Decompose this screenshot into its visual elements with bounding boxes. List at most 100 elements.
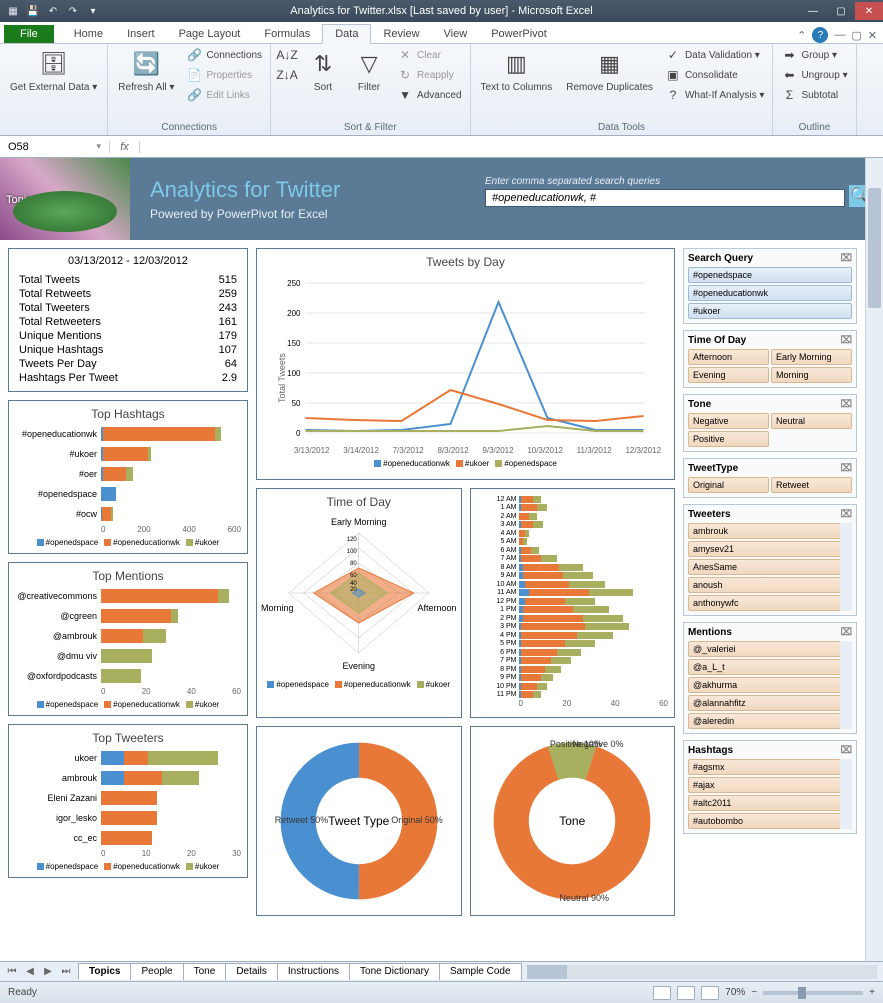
slicer-item[interactable]: anthonywfc <box>688 595 852 611</box>
tab-data[interactable]: Data <box>322 24 371 44</box>
slicer-item[interactable]: Neutral <box>771 413 852 429</box>
window-close-icon[interactable]: ✕ <box>868 29 877 42</box>
sheet-tab[interactable]: Details <box>225 963 278 980</box>
sort-button[interactable]: ⇅Sort <box>303 46 343 95</box>
slicer-scrollbar[interactable] <box>840 523 852 611</box>
search-input[interactable]: #openeducationwk, # <box>485 189 845 207</box>
sheet-tab[interactable]: Sample Code <box>439 963 522 980</box>
sheet-tab[interactable]: People <box>130 963 183 980</box>
clear-filter-icon[interactable]: ⌧ <box>840 627 852 638</box>
clear-filter-icon[interactable]: ⌧ <box>840 253 852 264</box>
tab-review[interactable]: Review <box>371 25 431 43</box>
subtotal-button[interactable]: ΣSubtotal <box>779 86 849 104</box>
sheet-next-button[interactable]: ▶ <box>40 966 56 977</box>
help-icon[interactable]: ? <box>812 27 828 43</box>
sort-asc-button[interactable]: A↓Z <box>277 46 297 64</box>
save-icon[interactable]: 💾 <box>24 2 42 20</box>
sheet-tab[interactable]: Tone <box>183 963 227 980</box>
slicer-item[interactable]: Early Morning <box>771 349 852 365</box>
ungroup-button[interactable]: ⬅Ungroup ▾ <box>779 66 849 84</box>
slicer-item[interactable]: AnesSame <box>688 559 852 575</box>
properties-button[interactable]: 📄Properties <box>184 66 264 84</box>
zoom-slider[interactable] <box>763 991 863 995</box>
clear-filter-button[interactable]: ✕Clear <box>395 46 463 64</box>
window-restore-icon[interactable]: ▢ <box>851 29 861 42</box>
minimize-ribbon-icon[interactable]: ⌃ <box>797 29 806 42</box>
text-to-columns-button[interactable]: ▥Text to Columns <box>477 46 557 95</box>
namebox-dropdown-icon[interactable]: ▾ <box>96 141 101 152</box>
file-tab[interactable]: File <box>4 25 54 43</box>
scrollbar-thumb[interactable] <box>527 965 567 979</box>
search-button[interactable]: 🔍 <box>849 185 865 207</box>
clear-filter-icon[interactable]: ⌧ <box>840 335 852 346</box>
page-break-button[interactable] <box>701 986 719 1000</box>
sheet-tab[interactable]: Topics <box>78 963 131 980</box>
slicer-item[interactable]: Positive <box>688 431 769 447</box>
tab-powerpivot[interactable]: PowerPivot <box>479 25 559 43</box>
vertical-scrollbar[interactable] <box>865 158 883 961</box>
consolidate-button[interactable]: ▣Consolidate <box>663 66 767 84</box>
clear-filter-icon[interactable]: ⌧ <box>840 509 852 520</box>
tab-insert[interactable]: Insert <box>115 25 167 43</box>
sheet-prev-button[interactable]: ◀ <box>22 966 38 977</box>
connections-button[interactable]: 🔗Connections <box>184 46 264 64</box>
sort-desc-button[interactable]: Z↓A <box>277 66 297 84</box>
close-button[interactable]: ✕ <box>855 2 883 20</box>
zoom-in-button[interactable]: + <box>869 987 875 998</box>
tab-formulas[interactable]: Formulas <box>252 25 322 43</box>
slicer-item[interactable]: #altc2011 <box>688 795 852 811</box>
qat-dropdown-icon[interactable]: ▾ <box>84 2 102 20</box>
window-min-icon[interactable]: — <box>834 29 845 41</box>
slicer-item[interactable]: Afternoon <box>688 349 769 365</box>
slicer-item[interactable]: @_valeriei <box>688 641 852 657</box>
name-box[interactable]: O58▾ <box>0 141 110 153</box>
slicer-item[interactable]: #ajax <box>688 777 852 793</box>
slicer-item[interactable]: Morning <box>771 367 852 383</box>
slicer-item[interactable]: #ukoer <box>688 303 852 319</box>
slicer-item[interactable]: Retweet <box>771 477 852 493</box>
slicer-scrollbar[interactable] <box>840 759 852 829</box>
tab-view[interactable]: View <box>432 25 480 43</box>
zoom-out-button[interactable]: − <box>751 987 757 998</box>
slicer-item[interactable]: ambrouk <box>688 523 852 539</box>
slicer-item[interactable]: #openedspace <box>688 267 852 283</box>
slicer-item[interactable]: #agsmx <box>688 759 852 775</box>
sheet-tab[interactable]: Tone Dictionary <box>349 963 440 980</box>
slicer-item[interactable]: @aleredin <box>688 713 852 729</box>
filter-button[interactable]: ▽Filter <box>349 46 389 95</box>
get-external-data-button[interactable]: 🗄 Get External Data ▾ <box>6 46 101 95</box>
sheet-tab[interactable]: Instructions <box>277 963 350 980</box>
slicer-item[interactable]: Original <box>688 477 769 493</box>
slicer-item[interactable]: #openeducationwk <box>688 285 852 301</box>
slicer-scrollbar[interactable] <box>840 641 852 729</box>
what-if-button[interactable]: ?What-If Analysis ▾ <box>663 86 767 104</box>
redo-icon[interactable]: ↷ <box>64 2 82 20</box>
excel-icon[interactable]: ▦ <box>4 2 22 20</box>
normal-view-button[interactable] <box>653 986 671 1000</box>
clear-filter-icon[interactable]: ⌧ <box>840 399 852 410</box>
slicer-item[interactable]: Evening <box>688 367 769 383</box>
slicer-item[interactable]: @a_L_t <box>688 659 852 675</box>
remove-duplicates-button[interactable]: ▦Remove Duplicates <box>562 46 657 95</box>
maximize-button[interactable]: ▢ <box>827 2 855 20</box>
page-layout-button[interactable] <box>677 986 695 1000</box>
slicer-item[interactable]: @akhurma <box>688 677 852 693</box>
group-button[interactable]: ➡Group ▾ <box>779 46 849 64</box>
slicer-item[interactable]: #autobombo <box>688 813 852 829</box>
reapply-button[interactable]: ↻Reapply <box>395 66 463 84</box>
minimize-button[interactable]: — <box>799 2 827 20</box>
slicer-item[interactable]: @alannahfitz <box>688 695 852 711</box>
undo-icon[interactable]: ↶ <box>44 2 62 20</box>
tab-page-layout[interactable]: Page Layout <box>167 25 253 43</box>
sheet-last-button[interactable]: ⏭ <box>58 966 74 977</box>
scrollbar-thumb[interactable] <box>868 188 881 308</box>
horizontal-scrollbar[interactable] <box>527 965 877 979</box>
slicer-item[interactable]: Negative <box>688 413 769 429</box>
refresh-all-button[interactable]: 🔄 Refresh All ▾ <box>114 46 178 95</box>
slicer-item[interactable]: anoush <box>688 577 852 593</box>
fx-button[interactable]: fx <box>110 141 140 153</box>
edit-links-button[interactable]: 🔗Edit Links <box>184 86 264 104</box>
zoom-thumb[interactable] <box>798 987 806 999</box>
advanced-filter-button[interactable]: ▼Advanced <box>395 86 463 104</box>
clear-filter-icon[interactable]: ⌧ <box>840 463 852 474</box>
